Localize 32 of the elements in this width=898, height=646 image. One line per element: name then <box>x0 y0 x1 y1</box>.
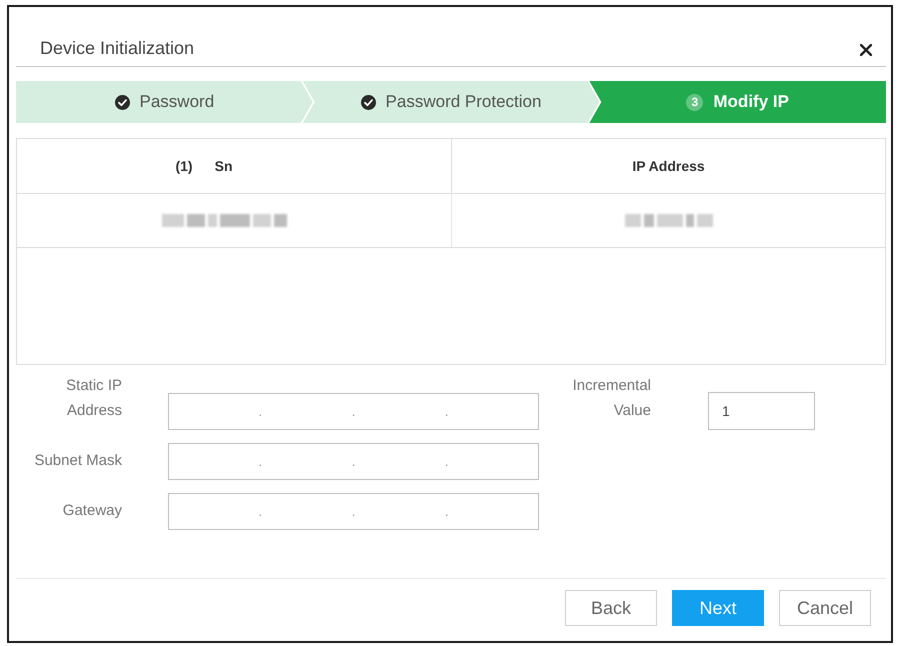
close-icon <box>860 44 872 56</box>
step-number: 3 <box>686 94 704 110</box>
column-header: Sn <box>214 156 232 176</box>
step-tab[interactable]: 3 Modify IP <box>589 81 886 123</box>
octet-separator: . <box>352 504 356 520</box>
step-tab[interactable]: Password Protection <box>302 81 600 123</box>
octet-separator: . <box>258 454 262 470</box>
field-label: Gateway <box>62 501 122 521</box>
octet-separator: . <box>352 454 356 470</box>
octet-separator: . <box>258 404 262 420</box>
ip-address-field[interactable]: . . . <box>168 443 539 480</box>
field-label: Static IP Address <box>65 376 122 421</box>
selected-count: (1) <box>175 156 193 176</box>
dialog-button[interactable]: Cancel <box>779 590 871 626</box>
dialog-title: Device Initialization <box>40 37 194 59</box>
octet-separator: . <box>444 504 448 520</box>
ip-address-field[interactable]: . . . <box>168 493 539 530</box>
column-header: IP Address <box>632 156 705 176</box>
dialog-button[interactable]: Next <box>672 590 764 626</box>
field-label: Subnet Mask <box>33 451 122 471</box>
ip-address-field[interactable]: . . . <box>168 393 539 430</box>
octet-separator: . <box>352 404 356 420</box>
step-label: Password Protection <box>386 91 542 113</box>
step-label: Password <box>140 91 214 113</box>
octet-separator: . <box>258 504 262 520</box>
incremental-value-field[interactable]: 1 <box>708 392 815 430</box>
step-label: Modify IP <box>713 91 789 113</box>
field-label: Incremental Value <box>572 376 651 421</box>
step-tab[interactable]: Password <box>16 81 313 123</box>
octet-separator: . <box>444 454 448 470</box>
dialog-button[interactable]: Back <box>565 590 657 626</box>
octet-separator: . <box>444 404 448 420</box>
